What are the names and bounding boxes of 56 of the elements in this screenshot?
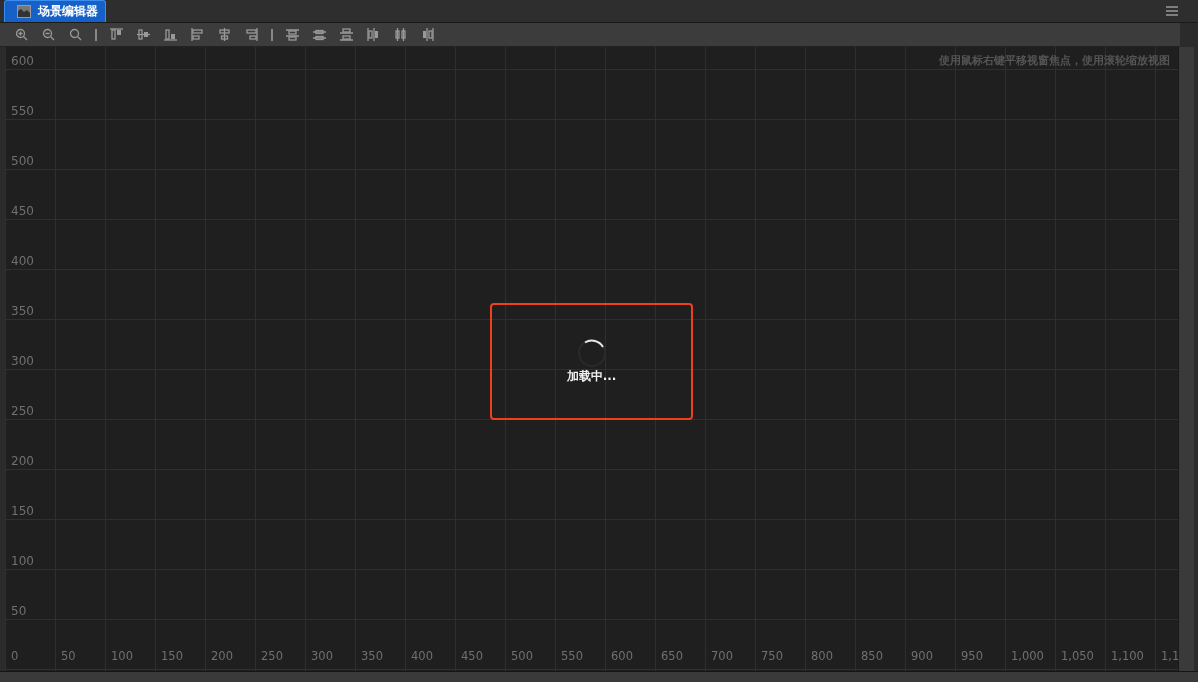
zoom-out-icon[interactable] <box>42 28 55 41</box>
x-axis-label: 0 <box>11 649 19 663</box>
distribute-middle-icon[interactable] <box>313 28 326 41</box>
zoom-in-icon[interactable] <box>15 28 28 41</box>
menu-icon[interactable] <box>1166 6 1178 16</box>
y-axis-label: 250 <box>11 404 34 418</box>
y-axis-label: 150 <box>11 504 34 518</box>
distribute-left-icon[interactable] <box>367 28 380 41</box>
align-center-icon[interactable] <box>218 28 231 41</box>
x-axis-label: 950 <box>961 649 983 663</box>
x-axis-label: 1,1 <box>1161 649 1180 663</box>
x-axis-label: 450 <box>461 649 483 663</box>
x-axis-label: 600 <box>611 649 633 663</box>
x-axis-label: 250 <box>261 649 283 663</box>
x-axis-label: 300 <box>311 649 333 663</box>
align-middle-icon[interactable] <box>137 28 150 41</box>
distribute-right-icon[interactable] <box>421 28 434 41</box>
x-axis-label: 1,100 <box>1111 649 1144 663</box>
x-axis-label: 500 <box>511 649 533 663</box>
x-axis-label: 1,000 <box>1011 649 1044 663</box>
distribute-bottom-icon[interactable] <box>340 28 353 41</box>
spinner-icon <box>576 338 607 368</box>
x-axis-label: 750 <box>761 649 783 663</box>
align-right-icon[interactable] <box>245 28 258 41</box>
x-axis-label: 800 <box>811 649 833 663</box>
x-axis-label: 1,050 <box>1061 649 1094 663</box>
x-axis-label: 650 <box>661 649 683 663</box>
y-axis-label: 450 <box>11 204 34 218</box>
y-axis-label: 300 <box>11 354 34 368</box>
y-axis-label: 200 <box>11 454 34 468</box>
x-axis-label: 400 <box>411 649 433 663</box>
y-axis-label: 350 <box>11 304 34 318</box>
image-icon <box>17 5 31 18</box>
x-axis-label: 200 <box>211 649 233 663</box>
x-axis-label: 550 <box>561 649 583 663</box>
x-axis-label: 700 <box>711 649 733 663</box>
y-axis-label: 100 <box>11 554 34 568</box>
y-axis-label: 500 <box>11 154 34 168</box>
loading-text: 加载中... <box>566 368 617 385</box>
distribute-top-icon[interactable] <box>286 28 299 41</box>
align-bottom-icon[interactable] <box>164 28 177 41</box>
x-axis-label: 100 <box>111 649 133 663</box>
x-axis-label: 350 <box>361 649 383 663</box>
x-axis-label: 850 <box>861 649 883 663</box>
scene-editor-tab[interactable]: 场景编辑器 <box>4 0 106 22</box>
y-axis-label: 550 <box>11 104 34 118</box>
y-axis-label: 400 <box>11 254 34 268</box>
x-axis-label: 900 <box>911 649 933 663</box>
distribute-center-icon[interactable] <box>394 28 407 41</box>
y-axis-label: 600 <box>11 54 34 68</box>
search-icon[interactable] <box>69 28 82 41</box>
align-left-icon[interactable] <box>191 28 204 41</box>
align-top-icon[interactable] <box>110 28 123 41</box>
x-axis-label: 150 <box>161 649 183 663</box>
x-axis-label: 50 <box>61 649 76 663</box>
y-axis-label: 50 <box>11 604 27 618</box>
